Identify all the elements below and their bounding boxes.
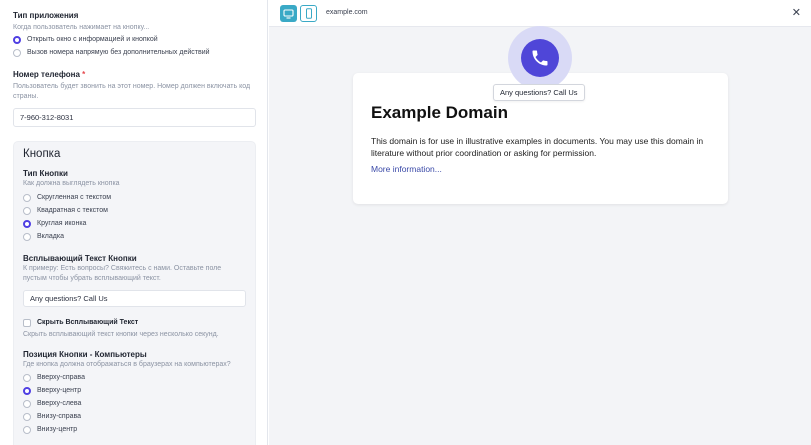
radio[interactable] — [23, 373, 31, 382]
app-type-option-direct-call[interactable]: Вызов номера напрямую без дополнительных… — [13, 46, 255, 59]
tooltip-text-input[interactable]: Any questions? Call Us — [23, 290, 246, 307]
button-type-hint: Как должна выглядеть кнопка — [23, 180, 120, 187]
radio[interactable] — [23, 193, 31, 202]
option-label: Круглая иконка — [37, 220, 87, 227]
phone-label: Номер телефона * — [13, 69, 255, 80]
phone-input[interactable]: 7-960-312-8031 — [13, 108, 256, 127]
phone-label-text: Номер телефона — [13, 70, 80, 79]
button-type-option-tab[interactable]: Вкладка — [23, 230, 246, 243]
preview-pane: example.com ✕ Example Domain This domain… — [269, 0, 811, 445]
option-label: Вверху-справа — [37, 374, 85, 381]
position-option-top-left[interactable]: Вверху-слева — [23, 397, 246, 410]
option-label: Скругленная с текстом — [37, 194, 112, 201]
required-mark: * — [82, 70, 86, 79]
mobile-icon — [305, 8, 312, 19]
phone-icon — [532, 50, 548, 66]
option-label: Внизу-справа — [37, 413, 82, 420]
option-label: Открыть окно с информацией и кнопкой — [27, 36, 158, 43]
mobile-view-button[interactable] — [300, 5, 317, 22]
hide-tooltip-label: Скрыть Всплывающий Текст — [37, 319, 139, 326]
desktop-position-label: Позиция Кнопки - Компьютеры — [23, 350, 147, 359]
radio[interactable] — [23, 232, 31, 241]
example-page-body: This domain is for use in illustrative e… — [371, 136, 704, 158]
option-label: Внизу-центр — [37, 426, 78, 433]
app-type-label: Тип приложения — [13, 11, 79, 20]
desktop-position-hint: Где кнопка должна отображаться в браузер… — [23, 361, 231, 368]
preview-toolbar: example.com ✕ — [269, 0, 811, 27]
example-page-title: Example Domain — [371, 103, 508, 122]
button-settings-card: Кнопка Тип Кнопки Как должна выглядеть к… — [13, 141, 256, 445]
hide-tooltip-checkbox[interactable] — [23, 318, 31, 327]
call-button-tooltip: Any questions? Call Us — [493, 84, 585, 101]
button-type-option-round-icon[interactable]: Круглая иконка — [23, 217, 246, 230]
app-type-hint: Когда пользователь нажимает на кнопку... — [13, 24, 150, 31]
position-option-bottom-center[interactable]: Внизу-центр — [23, 423, 246, 436]
phone-hint: Пользователь будет звонить на этот номер… — [13, 83, 251, 100]
radio-selected[interactable] — [13, 35, 21, 44]
card-title: Кнопка — [23, 148, 61, 160]
position-option-top-right[interactable]: Вверху-справа — [23, 371, 246, 384]
button-type-option-square[interactable]: Квадратная с текстом — [23, 204, 246, 217]
radio[interactable] — [23, 412, 31, 421]
call-button-halo — [508, 26, 572, 90]
desktop-view-button[interactable] — [280, 5, 297, 22]
radio-selected[interactable] — [23, 386, 31, 395]
preview-url: example.com — [326, 9, 368, 16]
option-label: Вкладка — [37, 233, 64, 240]
phone-value: 7-960-312-8031 — [20, 113, 74, 122]
app-root: Тип приложения Когда пользователь нажима… — [0, 0, 811, 445]
option-label: Вверху-центр — [37, 387, 82, 394]
tooltip-text-label: Всплывающий Текст Кнопки — [23, 254, 137, 263]
position-option-bottom-right[interactable]: Внизу-справа — [23, 410, 246, 423]
more-information-link[interactable]: More information... — [371, 164, 710, 174]
radio-selected[interactable] — [23, 219, 31, 228]
radio[interactable] — [23, 425, 31, 434]
tooltip-text-hint: К примеру: Есть вопросы? Свяжитесь с нам… — [23, 265, 222, 282]
option-label: Вызов номера напрямую без дополнительных… — [27, 49, 210, 56]
button-type-option-rounded[interactable]: Скругленная с текстом — [23, 191, 246, 204]
option-label: Вверху-слева — [37, 400, 82, 407]
position-option-top-center[interactable]: Вверху-центр — [23, 384, 246, 397]
option-label: Квадратная с текстом — [37, 207, 108, 214]
hide-tooltip-checkbox-row[interactable]: Скрыть Всплывающий Текст — [23, 316, 246, 329]
radio[interactable] — [23, 399, 31, 408]
hide-tooltip-hint: Скрыть всплывающий текст кнопки через не… — [23, 331, 219, 338]
radio[interactable] — [13, 48, 21, 57]
radio[interactable] — [23, 206, 31, 215]
button-type-label: Тип Кнопки — [23, 169, 68, 178]
tooltip-text-value: Any questions? Call Us — [30, 294, 108, 303]
call-button[interactable] — [521, 39, 559, 77]
settings-panel: Тип приложения Когда пользователь нажима… — [0, 0, 268, 445]
desktop-icon — [283, 8, 294, 19]
close-icon[interactable]: ✕ — [792, 7, 801, 19]
app-type-option-window[interactable]: Открыть окно с информацией и кнопкой — [13, 33, 255, 46]
